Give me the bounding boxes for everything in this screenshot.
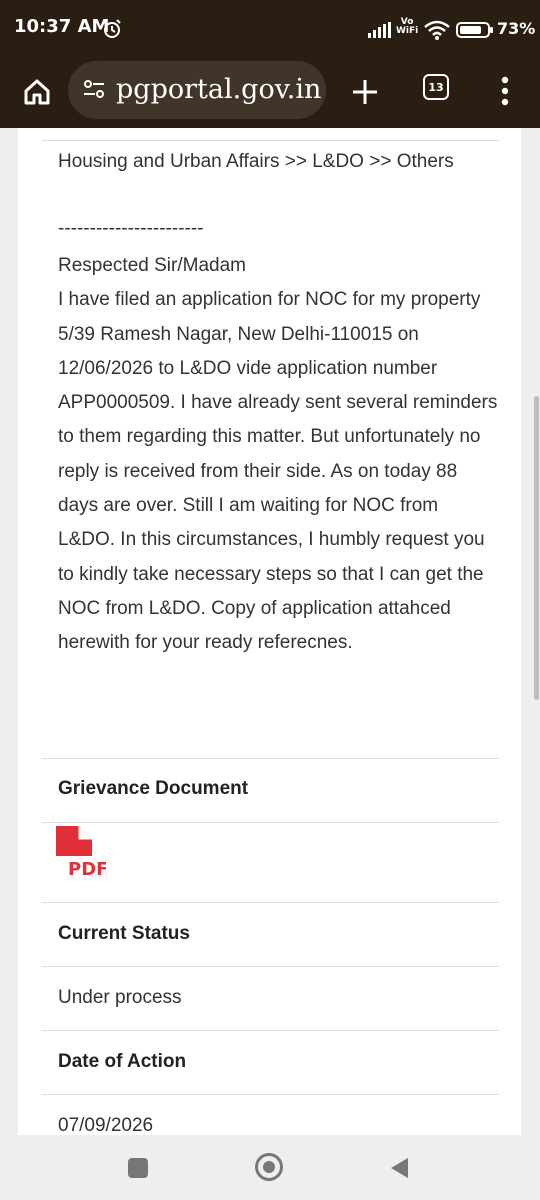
home-nav-button[interactable] (255, 1153, 283, 1181)
battery-percentage: 73% (497, 19, 536, 38)
back-triangle-icon (391, 1158, 408, 1178)
current-status-heading: Current Status (58, 923, 190, 944)
date-of-action-value: 07/09/2026 (58, 1115, 154, 1135)
overflow-menu-button[interactable] (497, 73, 513, 109)
grievance-description: Respected Sir/Madam I have filed an appl… (58, 255, 498, 654)
divider (42, 140, 499, 141)
separator-line: ----------------------- (58, 218, 204, 239)
divider (42, 1030, 499, 1031)
pdf-file-icon[interactable]: PDF (56, 826, 108, 882)
scrollbar-thumb[interactable] (534, 396, 539, 700)
back-button[interactable] (388, 1156, 410, 1184)
url-text[interactable]: pgportal.gov.in (116, 71, 321, 109)
page-viewport[interactable]: Housing and Urban Affairs >> L&DO >> Oth… (0, 128, 540, 1135)
current-status-value: Under process (58, 987, 182, 1008)
divider (42, 902, 499, 903)
divider (42, 1094, 499, 1095)
home-icon (24, 79, 50, 105)
status-bar: 10:37 AM Vo WiFi 73% (0, 0, 540, 58)
vowifi-icon: Vo WiFi (396, 17, 419, 36)
alarm-icon (102, 19, 122, 43)
wifi-icon (424, 20, 450, 44)
site-settings-icon[interactable] (82, 79, 106, 103)
battery-icon (456, 22, 494, 42)
pdf-label: PDF (68, 859, 106, 878)
grievance-category: Housing and Urban Affairs >> L&DO >> Oth… (58, 151, 454, 172)
divider (42, 966, 499, 967)
status-time: 10:37 AM (14, 16, 110, 37)
more-vertical-icon (501, 76, 509, 106)
home-button[interactable] (20, 75, 54, 109)
address-bar[interactable]: pgportal.gov.in (68, 61, 326, 119)
date-of-action-heading: Date of Action (58, 1051, 187, 1072)
new-tab-button[interactable] (346, 73, 384, 111)
divider (42, 822, 499, 823)
grievance-details-card: Housing and Urban Affairs >> L&DO >> Oth… (18, 128, 521, 1135)
grievance-document-heading: Grievance Document (58, 778, 249, 799)
recent-apps-button[interactable] (128, 1158, 148, 1178)
signal-icon (368, 22, 392, 42)
plus-icon (353, 80, 377, 104)
system-navigation-bar (0, 1135, 540, 1200)
divider (42, 758, 499, 759)
browser-toolbar: pgportal.gov.in 13 (0, 58, 540, 128)
tab-switcher-button[interactable]: 13 (423, 74, 449, 100)
